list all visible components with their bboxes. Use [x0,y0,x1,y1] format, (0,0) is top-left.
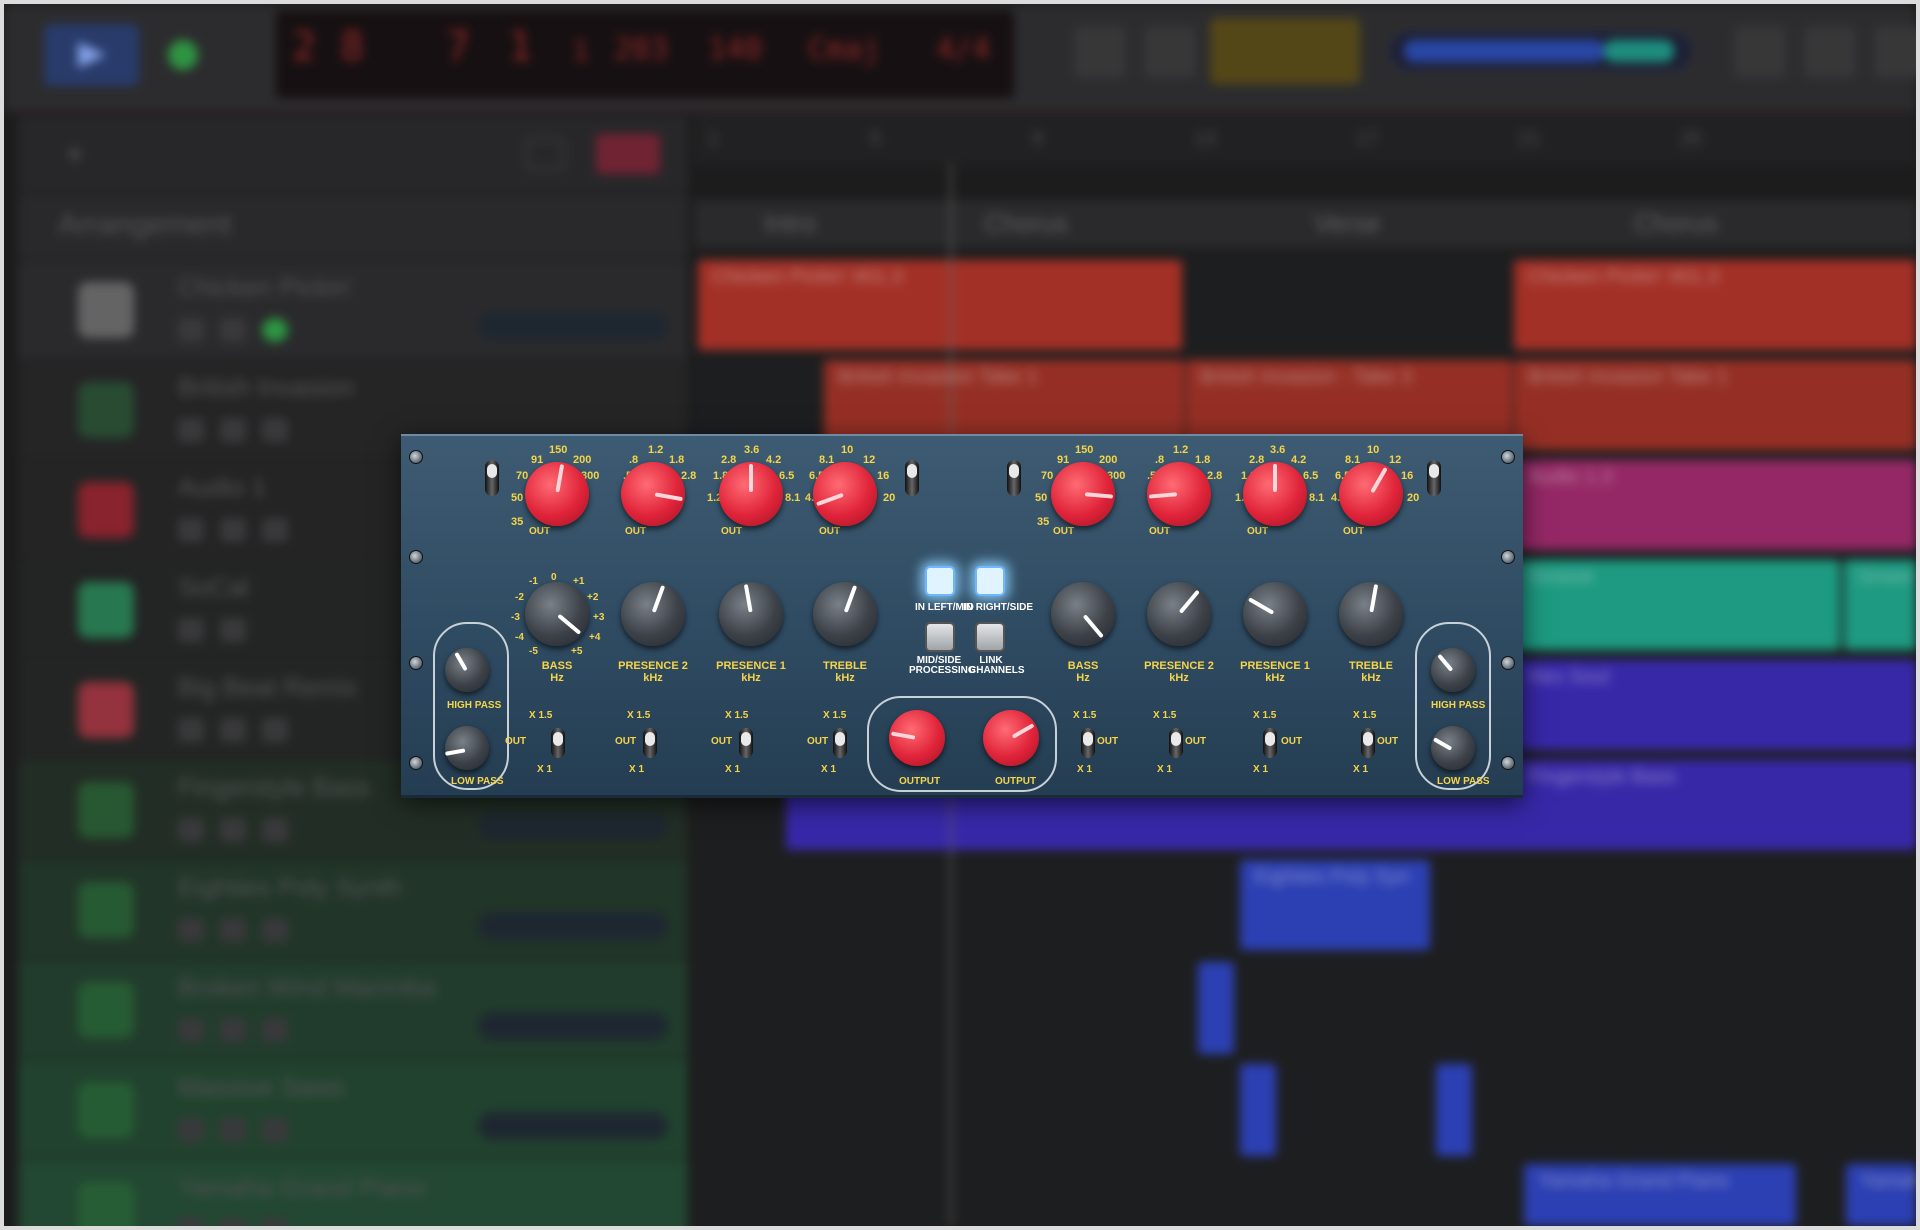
presence1-gain-knob[interactable] [719,582,783,646]
presence2-range-switch-right[interactable] [1169,728,1183,758]
region[interactable] [1436,1064,1472,1156]
high-pass-knob-right[interactable] [1431,648,1475,692]
lcd-segment: 1 [572,34,589,67]
bass-gain-knob[interactable] [525,582,589,646]
notepad-icon[interactable] [1734,26,1786,78]
presence1-frequency-knob[interactable] [719,462,783,526]
screw-icon [1501,550,1515,564]
timeline-ruler[interactable]: 1 5 9 13 17 21 25 [694,114,1916,166]
track-header[interactable]: Broken Wind Marimba [18,960,688,1060]
region[interactable]: Eighties Poly Syn [1240,860,1430,950]
track-header[interactable]: Eighties Poly Synth [18,860,688,960]
screw-icon [1501,656,1515,670]
lcd-segment: 4/4 [936,32,991,67]
region[interactable]: British Invasion Take 1 [1514,360,1916,450]
region[interactable]: Chicken Pickin' #01.3 [698,260,1182,350]
region[interactable]: Chicken Pickin' #01.3 [1514,260,1916,350]
track-header-toolbar: + [18,116,688,192]
high-pass-knob[interactable] [445,648,489,692]
bass-gain-knob-right[interactable] [1051,582,1115,646]
record-button[interactable] [168,40,198,70]
loop-icon[interactable] [1804,26,1856,78]
track-header[interactable]: Chicken Pickin' [18,260,688,360]
region[interactable]: Hex Soul [1514,660,1916,750]
screw-icon [409,756,423,770]
control-bar: 2 8 7 1 1 203 140 Cmaj 4/4 [4,4,1916,112]
screw-icon [409,550,423,564]
treble-range-switch[interactable] [833,728,847,758]
left-channel-toggle[interactable] [905,460,919,496]
toolbar-button[interactable] [1074,26,1126,78]
treble-gain-knob[interactable] [813,582,877,646]
treble-gain-knob-right[interactable] [1339,582,1403,646]
region[interactable]: Yamaha Grand Piano [1524,1164,1796,1226]
browser-icon[interactable] [1874,26,1916,78]
region[interactable]: Yamah [1846,1164,1916,1226]
arrangement-markers[interactable]: Intro Chorus Verse Chorus [694,200,1916,248]
presence2-frequency-knob[interactable] [621,462,685,526]
expand-icon[interactable] [526,138,564,170]
window-frame: 2 8 7 1 1 203 140 Cmaj 4/4 + Arrangement [4,4,1916,1226]
right-channel-toggle[interactable] [1007,460,1021,496]
bass-range-switch-right[interactable] [1081,728,1095,758]
add-track-icon[interactable]: + [66,138,96,171]
track-header[interactable]: Yamaha Grand Piano [18,1160,688,1226]
eq-plugin-window: 35 50 70 91 150 200 300 OUT .8 1.2 1.8 2… [401,434,1523,798]
bypass-toggle-right[interactable] [1427,460,1441,496]
lcd-segment: 2 8 [292,24,365,70]
presence1-range-switch[interactable] [739,728,753,758]
master-volume-slider[interactable] [1388,30,1694,72]
play-button[interactable] [44,24,139,86]
output-knob-right[interactable] [983,710,1039,766]
lcd-display: 2 8 7 1 1 203 140 Cmaj 4/4 [276,10,1014,98]
link-channels-button[interactable] [975,622,1005,652]
automation-button[interactable] [596,134,660,174]
output-knob-left[interactable] [889,710,945,766]
bass-frequency-knob[interactable] [525,462,589,526]
arrangement-label: Arrangement [18,194,688,258]
treble-frequency-knob-right[interactable] [1339,462,1403,526]
bass-frequency-knob-right[interactable] [1051,462,1115,526]
lcd-segment: 7 [446,24,471,70]
region[interactable]: Groov [1844,560,1916,650]
pencil-icon[interactable] [1144,26,1196,78]
treble-frequency-knob[interactable] [813,462,877,526]
region[interactable]: Groove [1514,560,1840,650]
track-header[interactable]: Massive Saws [18,1060,688,1160]
in-right-side-led[interactable] [975,566,1005,596]
presence1-frequency-knob-right[interactable] [1243,462,1307,526]
region[interactable]: Fingerstyle Bass [1514,760,1916,850]
lcd-segment: 203 [614,32,669,67]
region[interactable]: Audio 1.3 [1514,460,1916,550]
mid-side-processing-button[interactable] [925,622,955,652]
lcd-segment: 140 [708,32,763,67]
in-left-mid-led[interactable] [925,566,955,596]
presence2-gain-knob[interactable] [621,582,685,646]
screw-icon [1501,450,1515,464]
presence1-range-switch-right[interactable] [1263,728,1277,758]
low-pass-knob[interactable] [444,726,489,770]
presence1-gain-knob-right[interactable] [1243,582,1307,646]
presence2-frequency-knob-right[interactable] [1147,462,1211,526]
screw-icon [409,450,423,464]
treble-range-switch-right[interactable] [1361,728,1375,758]
lcd-segment: Cmaj [808,32,881,67]
lcd-segment: 1 [508,24,533,70]
bypass-toggle[interactable] [485,460,499,496]
presence2-gain-knob-right[interactable] [1147,582,1211,646]
screw-icon [409,656,423,670]
low-pass-knob-right[interactable] [1431,726,1475,770]
screw-icon [1501,756,1515,770]
region[interactable] [1198,962,1234,1054]
presence2-range-switch[interactable] [643,728,657,758]
count-in-button[interactable] [1210,18,1360,84]
region[interactable] [1240,1064,1276,1156]
bass-range-switch[interactable] [551,728,565,758]
